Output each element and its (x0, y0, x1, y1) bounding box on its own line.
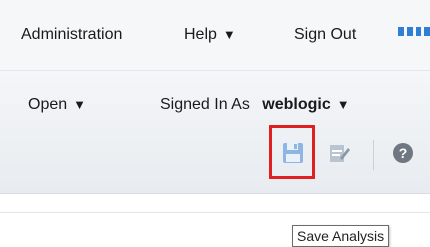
help-menu[interactable]: Help ▼ (184, 25, 236, 45)
toolbar-divider (373, 140, 374, 170)
sign-out-label: Sign Out (294, 26, 357, 43)
signed-in-as-label: Signed In As (160, 96, 250, 113)
open-menu[interactable]: Open ▼ (28, 95, 86, 115)
help-icon: ? (393, 143, 413, 163)
signed-in-as-menu[interactable]: Signed In As weblogic ▼ (160, 95, 350, 115)
content-divider (0, 212, 430, 213)
chevron-down-icon: ▼ (222, 27, 236, 42)
edit-analysis-button[interactable] (325, 139, 353, 167)
save-button[interactable] (279, 139, 307, 167)
help-button[interactable]: ? (389, 139, 417, 167)
chevron-down-icon: ▼ (336, 97, 350, 112)
chevron-down-icon: ▼ (73, 97, 87, 112)
open-label: Open (28, 96, 68, 113)
edit-analysis-icon (330, 145, 350, 162)
brand-logo-icon (398, 27, 430, 39)
save-analysis-tooltip: Save Analysis (292, 225, 390, 247)
administration-link[interactable]: Administration (21, 25, 122, 45)
save-icon (283, 143, 303, 163)
username-label: weblogic (262, 96, 331, 113)
administration-label: Administration (21, 26, 123, 43)
svg-text:?: ? (399, 145, 408, 161)
sign-out-link[interactable]: Sign Out (294, 25, 356, 45)
secondary-header: Open ▼ Signed In As weblogic ▼ (0, 71, 430, 194)
help-label: Help (184, 26, 217, 43)
global-header: Administration Help ▼ Sign Out (0, 0, 430, 71)
